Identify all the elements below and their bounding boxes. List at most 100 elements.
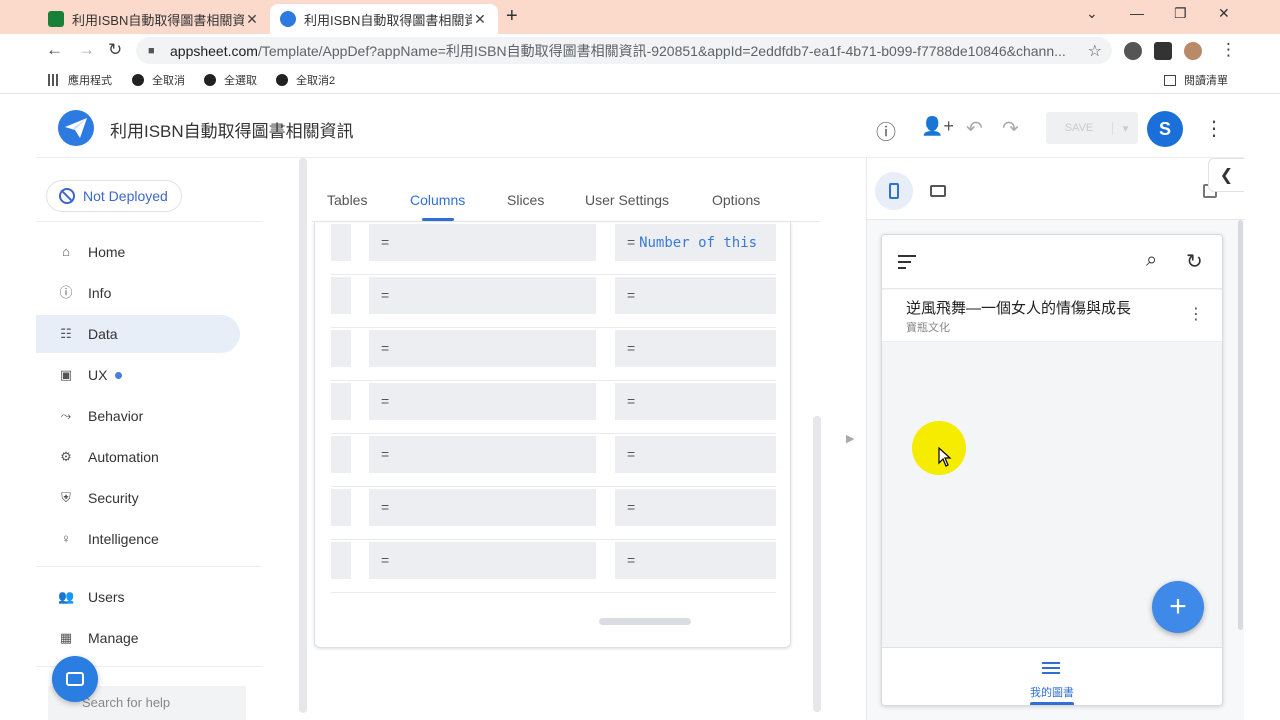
book-title: 逆風飛舞—一個女人的情傷與成長 — [906, 300, 1132, 317]
add-user-icon[interactable]: 👤+ — [921, 116, 954, 137]
sidebar-item-intelligence[interactable]: ♀ Intelligence — [36, 520, 240, 558]
collapse-preview-button[interactable]: ❮ — [1208, 158, 1244, 192]
github-icon — [204, 74, 216, 86]
sidebar-item-ux[interactable]: ▣ UX — [36, 356, 240, 394]
browser-tab-active[interactable]: 利用ISBN自動取得圖書相關資訊 ✕ — [270, 4, 498, 34]
reload-icon[interactable]: ↻ — [108, 40, 122, 60]
bookmark-item[interactable]: 全取消 — [132, 72, 185, 88]
initial-value-field[interactable]: = — [615, 330, 776, 367]
tab-columns[interactable]: Columns — [410, 192, 465, 208]
app-formula-field[interactable]: = — [369, 277, 596, 314]
lightbulb-icon: ♀ — [61, 531, 71, 546]
profile-avatar[interactable] — [1184, 42, 1202, 60]
close-tab-icon[interactable]: ✕ — [472, 11, 488, 28]
back-icon[interactable]: ← — [46, 40, 63, 60]
deploy-status-label: Not Deployed — [83, 188, 168, 204]
add-record-button[interactable]: + — [1152, 581, 1204, 633]
bookmark-star-icon[interactable]: ☆ — [1088, 41, 1102, 61]
app-bar: ⌕ ↻ — [882, 235, 1222, 289]
row-handle[interactable] — [331, 436, 351, 473]
table-row: = = — [331, 434, 776, 487]
close-window-icon[interactable]: ✕ — [1218, 5, 1230, 22]
tab-options[interactable]: Options — [712, 192, 760, 208]
help-icon[interactable]: ⓘ — [876, 116, 896, 145]
app-formula-field[interactable]: = — [369, 330, 596, 367]
more-options-icon[interactable]: ⋮ — [1204, 116, 1224, 141]
list-view-icon[interactable] — [1042, 662, 1060, 677]
tablet-view-button[interactable] — [919, 172, 957, 210]
chevron-down-icon[interactable]: ▾ — [1112, 121, 1138, 135]
initial-value-field[interactable]: = — [615, 489, 776, 526]
app-formula-field[interactable]: = — [369, 436, 596, 473]
editor-scrollbar[interactable] — [813, 416, 821, 712]
sync-icon[interactable]: ↻ — [1186, 249, 1203, 274]
users-icon: 👥 — [58, 589, 75, 604]
puzzle-icon[interactable] — [1154, 42, 1172, 60]
search-icon[interactable]: ⌕ — [1146, 249, 1157, 272]
home-icon: ⌂ — [62, 244, 70, 259]
horizontal-scrollbar[interactable] — [599, 618, 691, 625]
tab-tables[interactable]: Tables — [327, 192, 367, 208]
row-handle[interactable] — [331, 330, 351, 367]
tab-slices[interactable]: Slices — [507, 192, 544, 208]
initial-value-field[interactable]: = — [615, 436, 776, 473]
restore-icon[interactable]: ❐ — [1174, 5, 1187, 22]
manage-icon: ▦ — [59, 630, 73, 645]
bookmark-item[interactable]: 全選取 — [204, 72, 257, 88]
initial-value-field[interactable]: = — [615, 277, 776, 314]
reading-list[interactable]: 閱讀清單 — [1164, 72, 1228, 88]
sidebar-item-security[interactable]: ⛨ Security — [36, 479, 240, 517]
row-handle[interactable] — [331, 224, 351, 261]
tab-user-settings[interactable]: User Settings — [585, 192, 669, 208]
bottom-nav: 我的圖書 — [882, 647, 1222, 705]
app-title: 利用ISBN自動取得圖書相關資訊 — [110, 122, 354, 141]
forward-icon[interactable]: → — [78, 40, 95, 60]
minimize-icon[interactable]: — — [1130, 5, 1144, 21]
undo-icon[interactable]: ↶ — [966, 116, 983, 141]
sidebar-item-data[interactable]: ☷ Data — [36, 315, 240, 353]
sidebar-item-label: Automation — [88, 449, 159, 465]
sidebar-item-manage[interactable]: ▦ Manage — [36, 619, 240, 657]
expand-panel-icon[interactable]: ▶ — [846, 432, 854, 445]
new-tab-icon[interactable]: + — [506, 5, 518, 28]
sidebar-item-info[interactable]: ⓘ Info — [36, 274, 240, 312]
app-formula-field[interactable]: = — [369, 224, 596, 261]
initial-value-field[interactable]: = — [615, 383, 776, 420]
account-avatar[interactable]: S — [1147, 111, 1183, 147]
sidebar-scrollbar[interactable] — [299, 158, 307, 713]
app-formula-field[interactable]: = — [369, 542, 596, 579]
app-formula-field[interactable]: = — [369, 489, 596, 526]
shield-icon: ⛨ — [61, 490, 71, 505]
preview-scrollbar[interactable] — [1238, 220, 1243, 630]
chat-button[interactable] — [52, 656, 98, 702]
browser-tab[interactable]: 利用ISBN自動取得圖書相關資訊 ✕ — [38, 4, 270, 34]
deploy-status-chip[interactable]: Not Deployed — [46, 180, 182, 212]
sidebar-item-behavior[interactable]: ⤳ Behavior — [36, 397, 240, 435]
menu-icon[interactable] — [898, 255, 916, 273]
nav-label-my-books[interactable]: 我的圖書 — [1030, 684, 1074, 700]
sidebar-item-users[interactable]: 👥 Users — [36, 578, 240, 616]
app-formula-field[interactable]: = — [369, 383, 596, 420]
row-handle[interactable] — [331, 277, 351, 314]
formula-prefix: = — [627, 446, 636, 462]
sidebar-item-automation[interactable]: ⚙ Automation — [36, 438, 240, 476]
initial-value-field[interactable]: = Number of this — [615, 224, 776, 261]
sidebar-item-home[interactable]: ⌂ Home — [36, 233, 240, 271]
bookmark-item[interactable]: 全取消2 — [276, 72, 335, 88]
list-item[interactable]: 逆風飛舞—一個女人的情傷與成長 寶瓶文化 ⋮ — [882, 290, 1222, 342]
redo-icon[interactable]: ↷ — [1002, 116, 1019, 141]
initial-value-field[interactable]: = — [615, 542, 776, 579]
mobile-view-button[interactable] — [875, 172, 913, 210]
row-handle[interactable] — [331, 383, 351, 420]
tab-search-icon[interactable]: ⌄ — [1086, 5, 1098, 22]
close-tab-icon[interactable]: ✕ — [244, 11, 260, 28]
extension-icon[interactable] — [1124, 42, 1142, 60]
row-handle[interactable] — [331, 489, 351, 526]
bookmark-apps[interactable]: 應用程式 — [48, 72, 112, 88]
formula-text: Number of this — [639, 235, 758, 251]
address-bar[interactable]: ■ appsheet.com /Template/AppDef?appName=… — [136, 37, 1112, 64]
chrome-menu-icon[interactable]: ⋮ — [1220, 40, 1237, 60]
row-handle[interactable] — [331, 542, 351, 579]
more-vert-icon[interactable]: ⋮ — [1188, 304, 1204, 324]
save-button[interactable]: SAVE ▾ — [1046, 112, 1138, 144]
